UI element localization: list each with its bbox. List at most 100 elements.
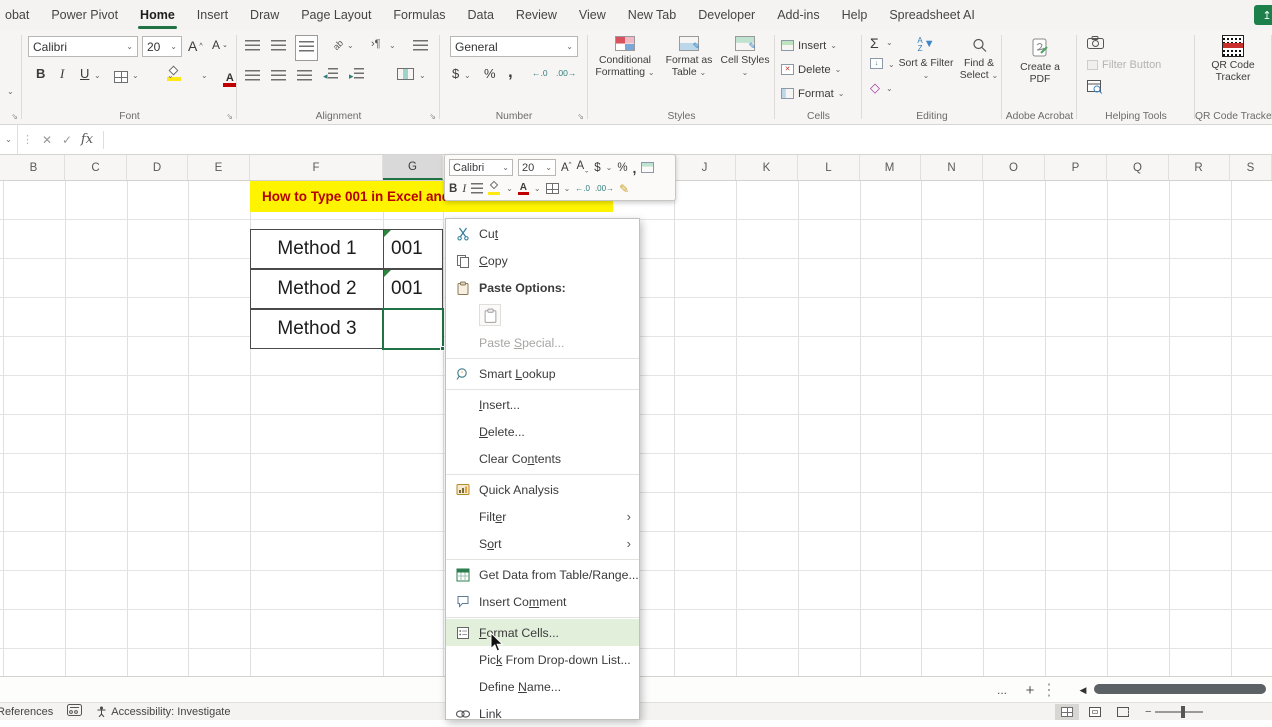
menu-item-link[interactable]: Link xyxy=(446,700,639,727)
menu-tab-new-tab[interactable]: New Tab xyxy=(617,0,687,30)
column-header-K[interactable]: K xyxy=(736,155,798,180)
clear-eraser-icon[interactable]: ◇ xyxy=(870,80,880,96)
chevron-down-icon[interactable]: ⌄ xyxy=(534,185,541,193)
chevron-down-icon[interactable]: ⌄ xyxy=(347,42,354,50)
align-bottom-icon[interactable] xyxy=(295,35,318,61)
dialog-launcher-icon[interactable]: ⇘ xyxy=(429,112,436,121)
font-size-combo[interactable]: 20⌄ xyxy=(142,36,182,57)
menu-tab-obat[interactable]: obat xyxy=(0,0,40,30)
autosum-icon[interactable]: Σ xyxy=(870,35,879,51)
column-header-E[interactable]: E xyxy=(188,155,250,180)
menu-item-paste-options[interactable]: Paste Options: xyxy=(446,274,639,301)
italic-button[interactable]: I xyxy=(60,66,64,82)
scroll-left-icon[interactable]: ◀ xyxy=(1076,677,1090,703)
font-name-combo[interactable]: Calibri⌄ xyxy=(28,36,138,57)
mini-font-size-combo[interactable]: 20⌄ xyxy=(518,159,556,176)
chevron-down-icon[interactable]: ⌄ xyxy=(886,39,893,47)
paste-option-button[interactable] xyxy=(446,301,639,329)
increase-font-size-icon[interactable]: A^ xyxy=(561,162,572,174)
menu-tab-developer[interactable]: Developer xyxy=(687,0,766,30)
delete-cells-button[interactable]: ✕ Delete⌄ xyxy=(781,61,856,78)
table-icon[interactable] xyxy=(641,162,654,173)
column-header-B[interactable]: B xyxy=(3,155,65,180)
cell-method-1[interactable]: Method 1 xyxy=(250,229,384,269)
column-header-F[interactable]: F xyxy=(250,155,383,180)
bold-button[interactable]: B xyxy=(36,66,45,81)
menu-tab-insert[interactable]: Insert xyxy=(186,0,239,30)
menu-item-insert-comment[interactable]: Insert Comment xyxy=(446,588,639,615)
dialog-launcher-icon[interactable]: ⇘ xyxy=(226,112,233,121)
selected-cell[interactable] xyxy=(382,308,444,350)
add-sheet-button[interactable]: + xyxy=(1020,677,1040,703)
share-button[interactable]: ↥ xyxy=(1254,5,1272,25)
column-header-D[interactable]: D xyxy=(127,155,188,180)
menu-item-pick-from-drop-down-list[interactable]: Pick From Drop-down List... xyxy=(446,646,639,673)
column-header-R[interactable]: R xyxy=(1168,155,1230,180)
menu-item-clear-contents[interactable]: Clear Contents xyxy=(446,445,639,472)
tab-menu-grip-icon[interactable]: ⋮ xyxy=(1042,677,1056,703)
column-header-P[interactable]: P xyxy=(1045,155,1107,180)
camera-icon[interactable] xyxy=(1087,36,1104,54)
bold-button[interactable]: B xyxy=(449,183,457,195)
format-painter-icon[interactable]: ✎ xyxy=(619,182,629,196)
align-top-icon[interactable] xyxy=(245,40,260,51)
chevron-down-icon[interactable]: ⌄ xyxy=(419,72,426,80)
menu-item-quick-analysis[interactable]: Quick Analysis xyxy=(446,476,639,503)
format-as-table-button[interactable]: ✎ Format as Table ⌄ xyxy=(660,34,718,108)
borders-icon[interactable] xyxy=(114,71,128,83)
tab-overflow-button[interactable]: ... xyxy=(990,677,1014,703)
percent-icon[interactable]: % xyxy=(484,66,496,81)
chevron-down-icon[interactable]: ⌄ xyxy=(167,72,174,80)
menu-tab-spreadsheet-ai[interactable]: Spreadsheet AI xyxy=(878,0,985,30)
menu-tab-draw[interactable]: Draw xyxy=(239,0,290,30)
decrease-font-size-icon[interactable]: A⌄ xyxy=(212,38,228,52)
decrease-indent-icon[interactable]: ◂ xyxy=(323,68,338,82)
menu-item-filter[interactable]: Filter› xyxy=(446,503,639,530)
wrap-text-icon[interactable] xyxy=(413,40,428,51)
menu-item-cut[interactable]: Cut xyxy=(446,220,639,247)
column-header-L[interactable]: L xyxy=(798,155,860,180)
comma-style-icon[interactable]: , xyxy=(633,160,637,176)
format-cells-button[interactable]: Format⌄ xyxy=(781,85,856,102)
chevron-down-icon[interactable]: ⌄ xyxy=(506,185,513,193)
menu-item-get-data-from-table-range[interactable]: Get Data from Table/Range... xyxy=(446,561,639,588)
menu-tab-view[interactable]: View xyxy=(568,0,617,30)
cell-method-3[interactable]: Method 3 xyxy=(250,309,384,349)
cell-method-2[interactable]: Method 2 xyxy=(250,269,384,309)
dialog-launcher-icon[interactable]: ⇘ xyxy=(577,112,584,121)
merge-center-icon[interactable] xyxy=(397,68,414,80)
font-color-icon[interactable]: A xyxy=(223,72,237,87)
align-center-icon[interactable] xyxy=(271,70,286,81)
zoom-out-button[interactable]: − xyxy=(1145,706,1151,718)
dialog-launcher-icon[interactable]: ⇘ xyxy=(11,112,18,121)
borders-icon[interactable] xyxy=(546,183,559,194)
align-center-icon[interactable] xyxy=(471,183,483,194)
chevron-down-icon[interactable]: ⌄ xyxy=(606,164,613,172)
zoom-slider-handle[interactable] xyxy=(1181,706,1185,718)
text-direction-icon[interactable]: ›¶ xyxy=(371,38,381,50)
chevron-down-icon[interactable]: ⌄ xyxy=(132,72,139,80)
fill-color-icon[interactable] xyxy=(488,182,501,195)
column-header-O[interactable]: O xyxy=(983,155,1045,180)
chevron-down-icon[interactable]: ⌄ xyxy=(7,88,14,96)
menu-tab-formulas[interactable]: Formulas xyxy=(382,0,456,30)
chevron-down-icon[interactable]: ⌄ xyxy=(94,72,101,80)
cell-styles-button[interactable]: ✎ Cell Styles ⌄ xyxy=(720,34,770,108)
find-select-button[interactable]: Find & Select ⌄ xyxy=(958,32,1000,108)
menu-item-define-name[interactable]: Define Name... xyxy=(446,673,639,700)
menu-tab-review[interactable]: Review xyxy=(505,0,568,30)
increase-decimal-icon[interactable]: ←.0 xyxy=(575,184,590,193)
menu-tab-page-layout[interactable]: Page Layout xyxy=(290,0,382,30)
conditional-formatting-button[interactable]: Conditional Formatting ⌄ xyxy=(594,34,656,108)
menu-item-delete[interactable]: Delete... xyxy=(446,418,639,445)
number-format-combo[interactable]: General⌄ xyxy=(450,36,578,57)
enter-icon[interactable]: ✓ xyxy=(57,133,77,147)
italic-button[interactable]: I xyxy=(462,183,466,195)
column-header-Q[interactable]: Q xyxy=(1107,155,1169,180)
menu-tab-home[interactable]: Home xyxy=(129,0,186,30)
chevron-down-icon[interactable]: ⌄ xyxy=(201,72,208,80)
increase-font-size-icon[interactable]: A^ xyxy=(188,38,203,54)
page-layout-view-button[interactable] xyxy=(1083,704,1107,720)
currency-icon[interactable]: $ xyxy=(452,66,459,81)
menu-item-paste-special[interactable]: Paste Special... xyxy=(446,329,639,356)
